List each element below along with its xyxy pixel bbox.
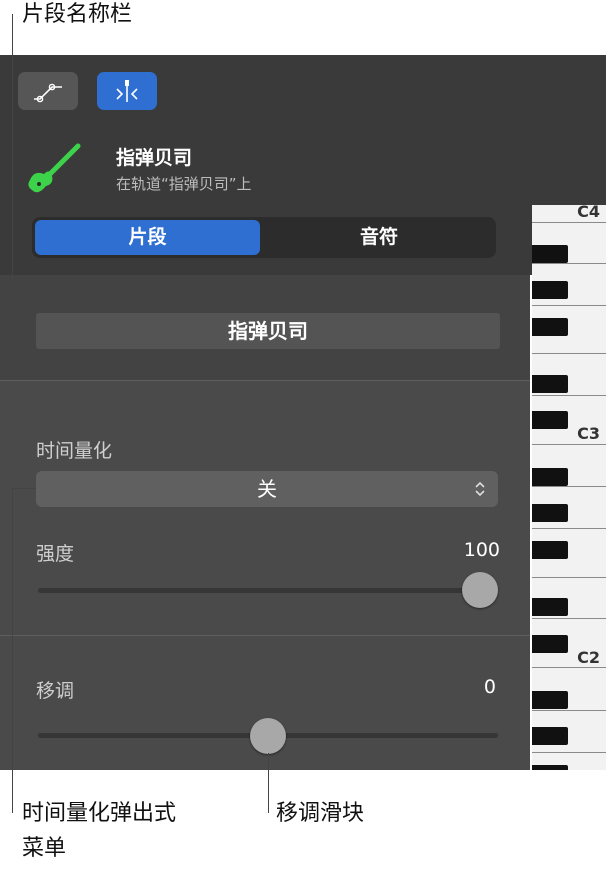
black-key[interactable]	[532, 468, 568, 486]
piano-label-c4: C4	[577, 205, 600, 221]
strength-label: 强度	[36, 543, 75, 565]
region-name-field[interactable]: 指弹贝司	[36, 313, 500, 349]
white-key-border	[532, 667, 606, 668]
black-key[interactable]	[532, 691, 568, 709]
white-key-border	[532, 353, 606, 354]
strength-slider[interactable]	[38, 588, 498, 593]
black-key[interactable]	[532, 411, 568, 429]
catch-playhead-icon	[116, 80, 138, 102]
white-key-border	[532, 263, 606, 264]
black-key[interactable]	[532, 504, 568, 522]
piano-keyboard[interactable]: C4 C3 C2	[532, 205, 606, 770]
automation-curve-icon	[34, 83, 62, 103]
black-key[interactable]	[532, 245, 568, 263]
strength-value: 100	[463, 539, 500, 561]
automation-button[interactable]	[18, 72, 78, 110]
electric-bass-icon	[26, 140, 84, 202]
callout-quantize-popup-line2: 菜单	[22, 836, 67, 861]
catch-button[interactable]	[97, 72, 157, 110]
strength-slider-knob[interactable]	[462, 572, 498, 608]
quantize-popup[interactable]: 关	[36, 471, 498, 507]
black-key[interactable]	[532, 375, 568, 393]
white-key-border	[532, 752, 606, 753]
black-key[interactable]	[532, 541, 568, 559]
white-key-border	[532, 618, 606, 619]
leader-line	[268, 753, 269, 813]
callout-transpose-slider: 移调滑块	[276, 801, 365, 826]
black-key[interactable]	[532, 727, 568, 745]
track-subtitle: 在轨道“指弹贝司”上	[116, 175, 252, 193]
quantize-value: 关	[257, 477, 277, 501]
black-key[interactable]	[532, 281, 568, 299]
inspector-tabs: 片段 音符	[32, 217, 496, 258]
divider	[0, 635, 530, 636]
leader-line	[12, 488, 36, 489]
transpose-value: 0	[483, 676, 496, 698]
white-key-border	[532, 305, 606, 306]
quantize-label: 时间量化	[36, 440, 113, 462]
callout-region-name-bar: 片段名称栏	[22, 2, 133, 27]
black-key[interactable]	[532, 598, 568, 616]
white-key-border	[532, 486, 606, 487]
divider	[0, 380, 530, 381]
white-key-border	[532, 710, 606, 711]
black-key[interactable]	[532, 318, 568, 336]
transpose-slider-knob[interactable]	[250, 718, 286, 754]
white-key-border	[532, 222, 606, 223]
black-key[interactable]	[532, 765, 568, 770]
leader-line	[12, 14, 13, 330]
piano-label-c3: C3	[577, 424, 600, 443]
up-down-chevron-icon	[475, 481, 485, 497]
black-key[interactable]	[532, 635, 568, 653]
region-title: 指弹贝司	[116, 147, 193, 169]
callout-quantize-popup: 时间量化弹出式	[22, 801, 177, 826]
white-key-border	[532, 577, 606, 578]
white-key-border	[532, 444, 606, 445]
transpose-label: 移调	[36, 680, 75, 702]
leader-line	[12, 329, 36, 330]
white-key-border	[532, 528, 606, 529]
leader-line	[12, 488, 13, 813]
piano-label-c2: C2	[577, 648, 600, 667]
tab-region[interactable]: 片段	[35, 220, 260, 255]
white-key-border	[532, 395, 606, 396]
tab-notes[interactable]: 音符	[265, 220, 493, 255]
